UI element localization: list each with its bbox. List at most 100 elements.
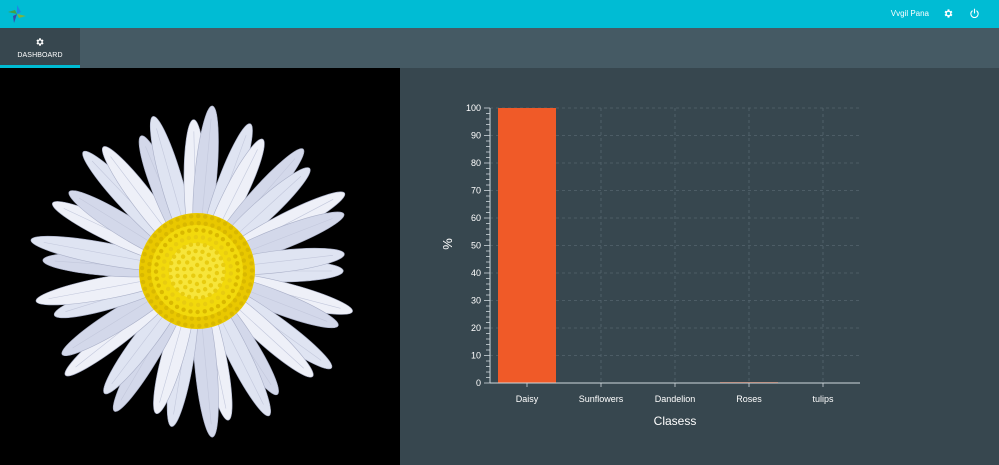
- floret: [202, 287, 208, 292]
- floret: [210, 223, 215, 228]
- floret: [147, 275, 152, 281]
- floret: [158, 248, 164, 254]
- floret: [153, 304, 158, 310]
- floret: [187, 228, 192, 233]
- floret: [200, 267, 205, 272]
- floret: [193, 295, 199, 301]
- floret: [214, 250, 219, 255]
- floret: [163, 314, 169, 319]
- floret: [202, 309, 207, 314]
- gear-icon[interactable]: [943, 8, 954, 19]
- floret: [175, 217, 180, 222]
- floret: [140, 279, 146, 285]
- y-tick-label: 20: [471, 323, 481, 333]
- floret: [173, 233, 179, 239]
- floret: [148, 239, 153, 244]
- floret: [222, 229, 228, 235]
- floret: [248, 282, 253, 287]
- floret: [162, 224, 168, 229]
- floret: [154, 276, 159, 281]
- floret: [180, 230, 185, 235]
- floret: [245, 247, 250, 253]
- floret: [222, 307, 228, 313]
- y-tick-label: 50: [471, 241, 481, 251]
- floret: [223, 315, 229, 320]
- floret: [163, 295, 169, 301]
- floret: [242, 295, 248, 300]
- pinwheel-logo-icon[interactable]: [6, 3, 28, 25]
- floret: [204, 260, 210, 265]
- floret: [175, 296, 181, 302]
- floret: [249, 268, 255, 273]
- floret: [233, 230, 239, 235]
- floret: [233, 282, 238, 287]
- floret: [195, 309, 200, 315]
- floret: [220, 290, 226, 296]
- power-icon[interactable]: [969, 8, 980, 19]
- y-tick-label: 0: [476, 378, 481, 388]
- floret: [178, 280, 183, 285]
- floret: [218, 256, 224, 261]
- floret: [208, 283, 214, 288]
- floret: [206, 252, 211, 258]
- floret: [189, 316, 194, 321]
- floret: [226, 257, 232, 262]
- floret: [249, 275, 254, 280]
- floret: [140, 258, 146, 264]
- floret: [189, 266, 194, 272]
- y-tick-label: 90: [471, 131, 481, 141]
- floret: [221, 262, 226, 268]
- floret: [228, 303, 233, 308]
- floret: [159, 236, 164, 242]
- floret: [235, 268, 241, 273]
- floret: [158, 309, 163, 315]
- floret: [145, 293, 150, 298]
- floret: [213, 288, 218, 293]
- x-tick-label: Sunflowers: [579, 394, 624, 404]
- floret: [195, 241, 201, 247]
- floret: [183, 322, 188, 327]
- floret: [188, 309, 193, 314]
- floret: [225, 241, 231, 247]
- x-tick-label: Dandelion: [655, 394, 696, 404]
- y-tick-label: 80: [471, 158, 481, 168]
- floret: [194, 227, 199, 233]
- tab-dashboard[interactable]: DASHBOARD: [0, 28, 80, 68]
- floret: [160, 266, 166, 271]
- floret: [196, 316, 201, 322]
- floret: [220, 236, 226, 242]
- floret: [197, 323, 202, 329]
- floret: [209, 245, 214, 251]
- floret: [215, 303, 221, 309]
- floret: [180, 291, 185, 297]
- floret: [201, 228, 206, 233]
- floret: [186, 294, 192, 300]
- floret: [220, 276, 226, 282]
- floret: [221, 299, 227, 305]
- floret: [157, 228, 162, 233]
- floret: [214, 232, 220, 238]
- floret: [203, 214, 208, 219]
- floret: [202, 301, 208, 307]
- floret: [189, 221, 194, 226]
- floret: [229, 247, 235, 253]
- x-tick-label: Roses: [736, 394, 762, 404]
- floret: [241, 258, 247, 263]
- floret: [232, 239, 238, 244]
- floret: [200, 235, 206, 240]
- floret: [162, 242, 168, 248]
- uploaded-image: [0, 68, 400, 465]
- floret: [175, 224, 181, 230]
- floret: [211, 257, 216, 262]
- floret: [146, 268, 152, 274]
- user-name[interactable]: Vvgil Pana: [891, 0, 929, 28]
- floret: [212, 277, 218, 282]
- y-tick-label: 100: [466, 103, 481, 113]
- floret: [239, 285, 245, 291]
- bar-daisy[interactable]: [498, 108, 556, 383]
- y-tick-label: 30: [471, 296, 481, 306]
- floret: [142, 251, 147, 257]
- floret: [176, 249, 181, 254]
- floret: [159, 289, 165, 295]
- floret: [167, 267, 173, 273]
